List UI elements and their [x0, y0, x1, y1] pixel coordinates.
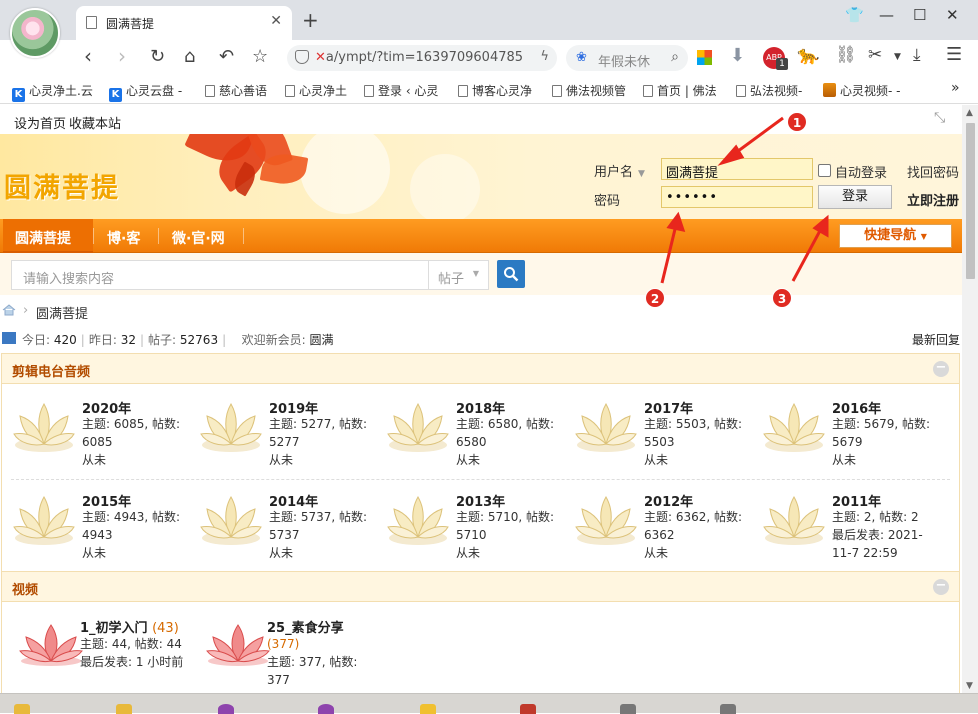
browser-toolbar: ‹ › ↻ ⌂ ↶ ☆ ✕a/ympt/?tim=1639709604785 ϟ… [0, 40, 978, 76]
page-icon [736, 85, 746, 97]
annotation-badge-3: 3 [772, 288, 792, 308]
bookmark-item[interactable]: 慈心善语 [205, 82, 267, 99]
bookmarks-bar: K 心灵净土.云 K 心灵云盘 - 慈心善语 心灵净土 登录 ‹ 心灵 博客心灵净 … [0, 76, 978, 104]
page-scrollbar[interactable]: ▲ ▼ [962, 105, 978, 693]
k-icon: K [12, 88, 25, 102]
bookmark-item[interactable]: 博客心灵净 [458, 82, 532, 99]
baidu-paw-icon: ❀ [576, 50, 587, 65]
browser-tab[interactable]: 圆满菩提 ✕ [76, 6, 292, 40]
new-tab-button[interactable]: + [302, 8, 319, 32]
annotation-badge-1: 1 [787, 112, 807, 132]
os-taskbar [0, 693, 978, 714]
download-icon[interactable]: ⤓ [913, 45, 933, 65]
forward-icon[interactable]: › [118, 44, 126, 68]
back-icon[interactable]: ‹ [84, 44, 92, 68]
annotation-arrowhead-3 [812, 214, 829, 238]
search-icon[interactable]: ⌕ [671, 49, 679, 65]
profile-avatar[interactable] [10, 8, 60, 58]
link-icon[interactable]: ⛓ [835, 45, 857, 65]
bookmark-item[interactable]: K 心灵云盘 - [109, 82, 182, 102]
bookmark-item[interactable]: 心灵视频- - [823, 82, 900, 99]
minimize-icon[interactable]: — [879, 6, 894, 24]
web-page: 设为首页 收藏本站 ⤡ 圆满菩提 用户名 ▼ 圆满菩提 自动登录 找回密码 密码 … [0, 105, 962, 693]
chevron-down-icon[interactable]: ▼ [894, 52, 914, 72]
annotation-arrowhead-2 [666, 211, 686, 233]
page-icon [552, 85, 562, 97]
window-close-icon[interactable]: ✕ [946, 6, 959, 24]
address-bar[interactable]: ✕a/ympt/?tim=1639709604785 ϟ [287, 45, 557, 71]
shirt-icon[interactable]: 👕 [845, 6, 864, 24]
page-icon [364, 85, 374, 97]
menu-icon[interactable]: ☰ [946, 44, 966, 65]
scissors-icon[interactable]: ✂ [868, 45, 888, 65]
bookmark-item[interactable]: 心灵净土 [285, 82, 347, 99]
undo-icon[interactable]: ↶ [219, 46, 234, 67]
maximize-icon[interactable]: ☐ [913, 6, 926, 24]
reload-icon[interactable]: ↻ [150, 46, 165, 67]
scrollbar-thumb[interactable] [966, 123, 975, 279]
annotation-badge-2: 2 [645, 288, 665, 308]
address-url: ✕a/ympt/?tim=1639709604785 [315, 50, 524, 65]
page-icon [205, 85, 215, 97]
annotation-arrow-2 [660, 224, 678, 284]
annotation-arrow-3 [791, 226, 824, 282]
download-arrow-icon[interactable]: ⬇ [730, 45, 750, 66]
apps-grid-icon[interactable] [697, 50, 712, 65]
annotation-overlay [660, 116, 829, 284]
tab-close-icon[interactable]: ✕ [270, 13, 282, 29]
bookmark-item[interactable]: 首页 | 佛法 [643, 82, 717, 99]
bookmark-item[interactable]: 弘法视频- [736, 82, 802, 99]
ext-badge: 1 [776, 58, 788, 70]
shield-icon [295, 50, 309, 64]
bookmarks-more-icon[interactable]: » [951, 80, 960, 96]
bookmark-item[interactable]: 登录 ‹ 心灵 [364, 82, 438, 99]
tab-title: 圆满菩提 [106, 17, 155, 31]
annotation-arrowhead-1 [717, 144, 745, 166]
browser-search-box[interactable]: ❀ 年假未休 ⌕ [566, 45, 688, 71]
scroll-down-icon[interactable]: ▼ [966, 681, 973, 691]
page-icon [285, 85, 295, 97]
home-icon[interactable]: ⌂ [184, 46, 195, 67]
star-icon[interactable]: ☆ [252, 46, 268, 67]
bookmark-item[interactable]: 佛法视频管 [552, 82, 626, 99]
scroll-up-icon[interactable]: ▲ [966, 108, 973, 118]
cat-icon[interactable]: 🐆 [797, 45, 819, 66]
page-icon [86, 16, 97, 29]
page-icon [643, 85, 653, 97]
k-icon: K [109, 88, 122, 102]
browser-tab-strip: 圆满菩提 ✕ + 👕 — ☐ ✕ [0, 0, 978, 40]
lightning-icon[interactable]: ϟ [540, 49, 549, 64]
page-icon [458, 85, 468, 97]
image-icon [823, 83, 836, 97]
insecure-icon: ✕ [315, 50, 326, 65]
browser-search-placeholder: 年假未休 [598, 55, 651, 70]
bookmark-item[interactable]: K 心灵净土.云 [12, 82, 93, 102]
